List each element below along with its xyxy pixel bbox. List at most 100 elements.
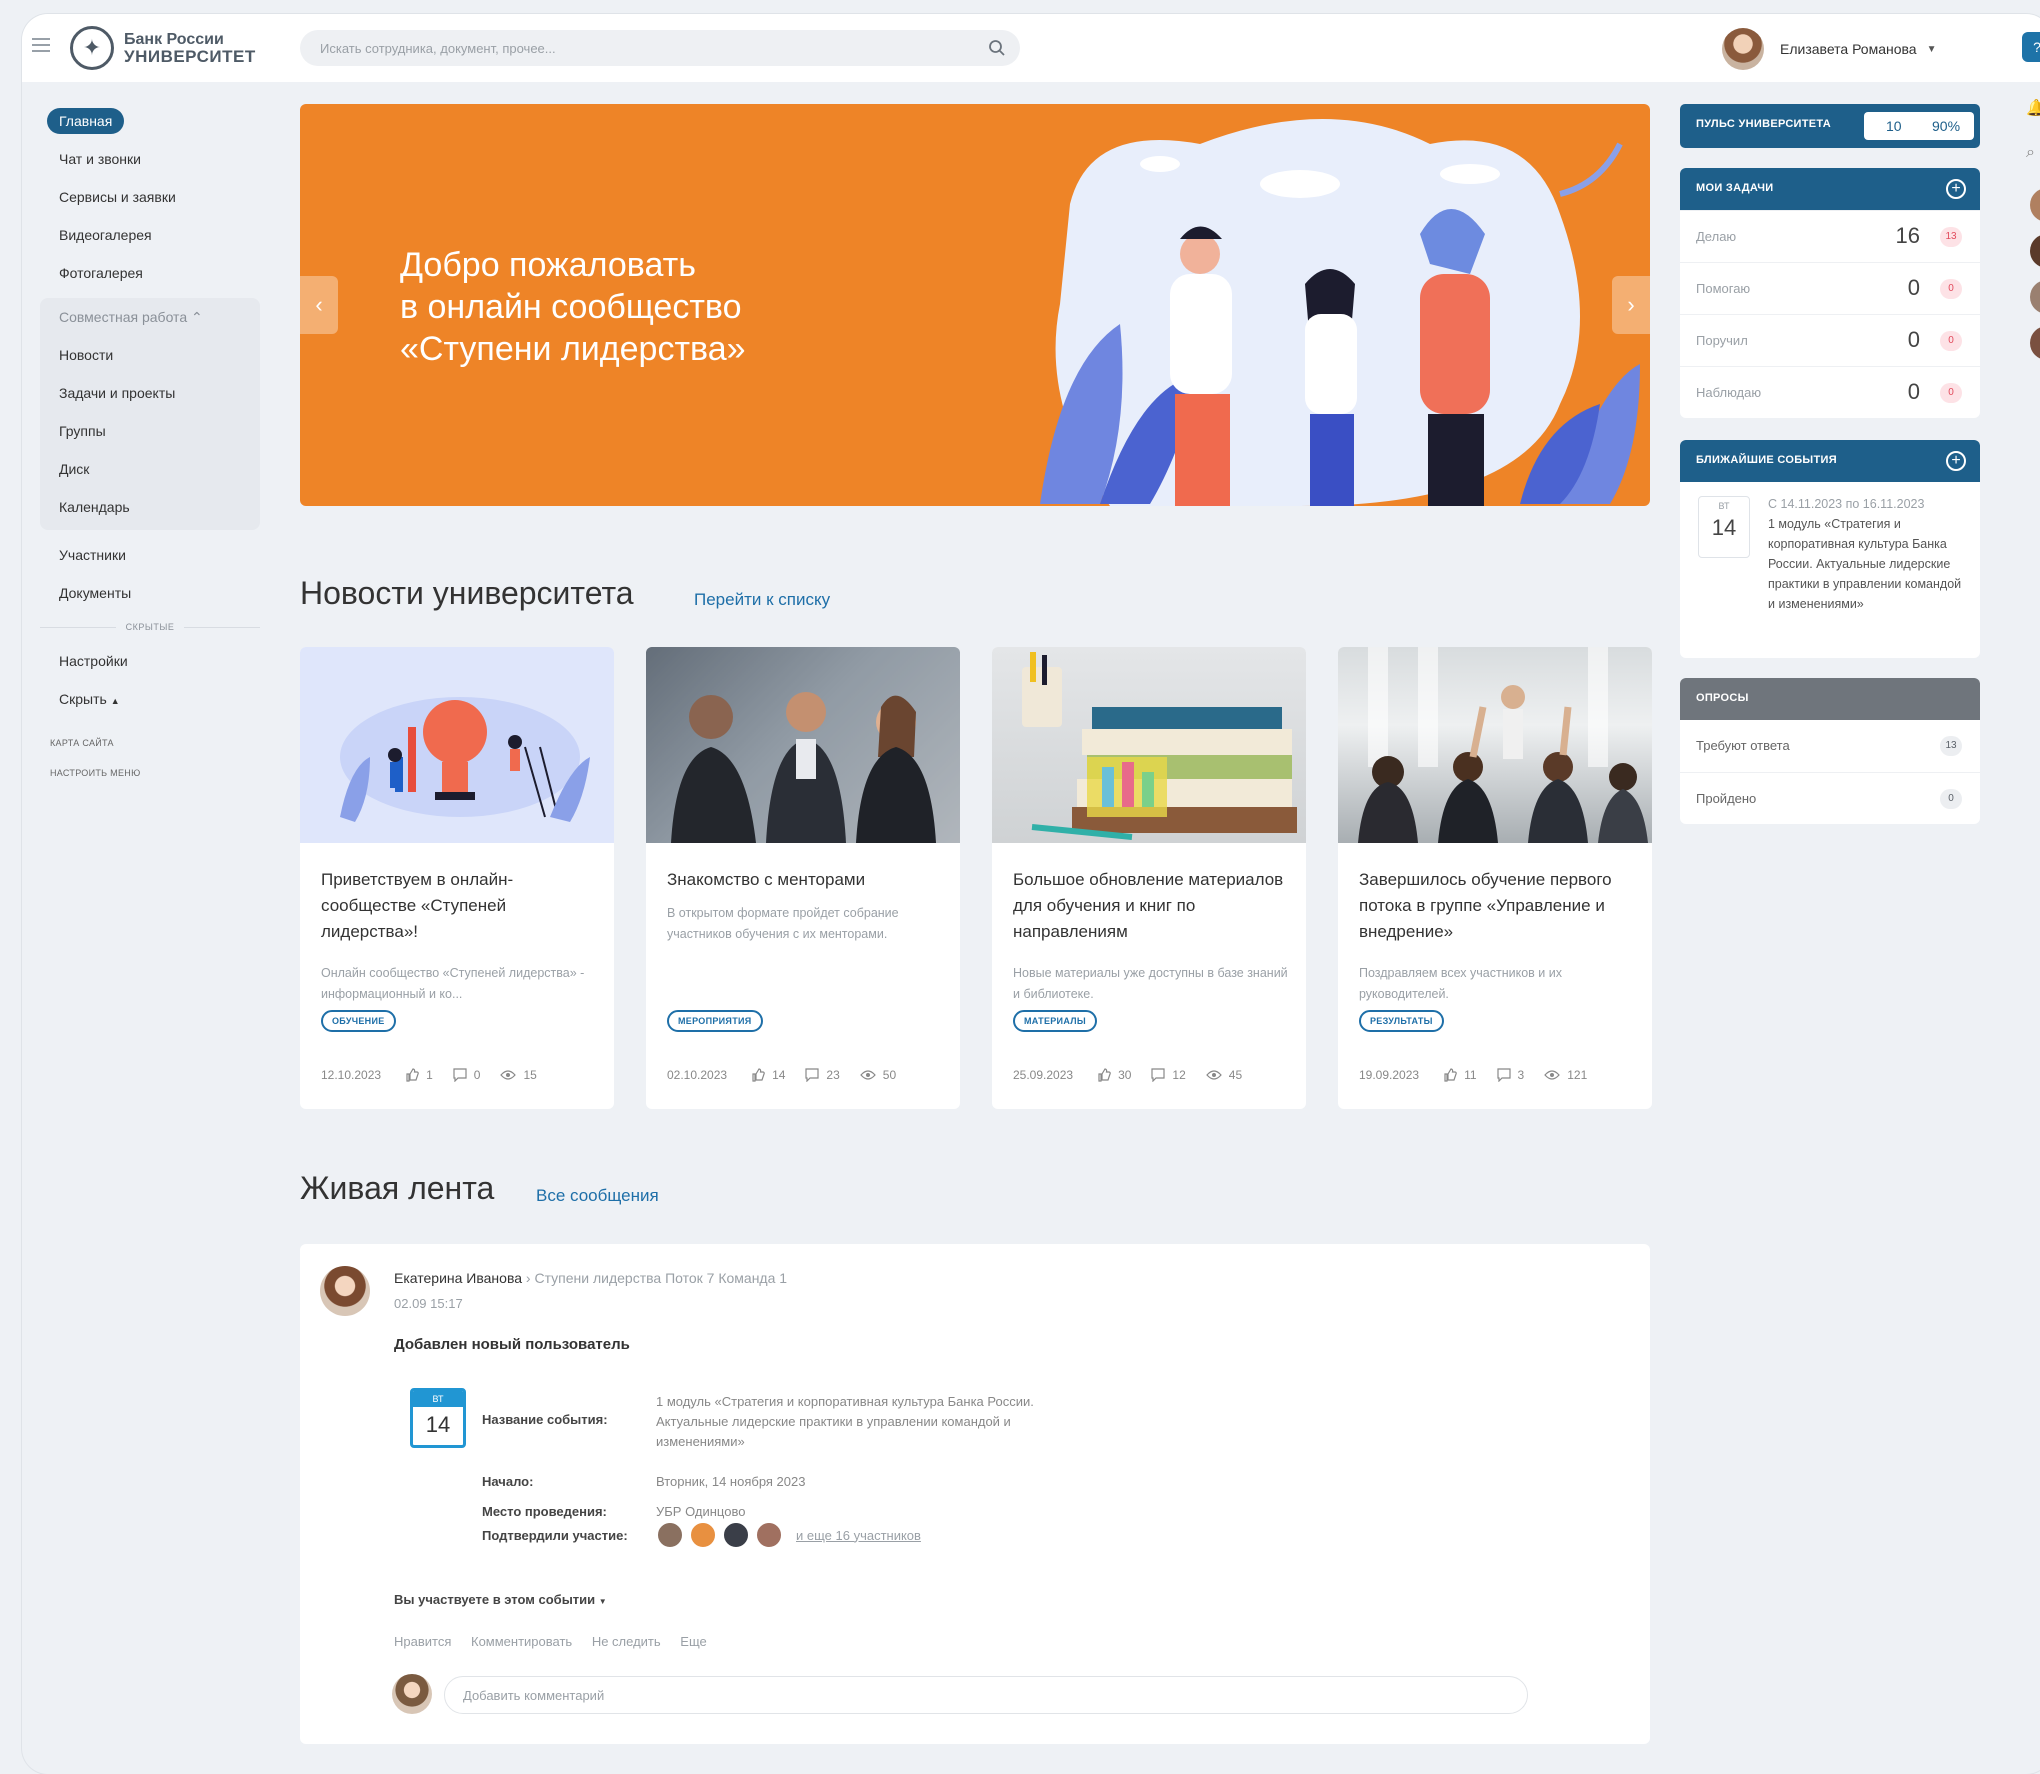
task-row-count: 0: [1907, 327, 1920, 352]
like-button[interactable]: 1: [405, 1068, 433, 1082]
eye-icon: [859, 1070, 876, 1080]
event-name[interactable]: 1 модуль «Стратегия и корпоративная куль…: [656, 1392, 1046, 1452]
news-card-meta: 02.10.2023 14 23 50: [667, 1068, 916, 1082]
contact-avatar[interactable]: [2030, 188, 2040, 222]
like-action[interactable]: Нравится: [394, 1634, 451, 1649]
news-card-tag[interactable]: МЕРОПРИЯТИЯ: [667, 1010, 763, 1032]
like-icon: [1444, 1068, 1457, 1082]
avatar[interactable]: [689, 1521, 717, 1549]
event-start: Вторник, 14 ноября 2023: [656, 1474, 806, 1489]
add-event-button[interactable]: +: [1946, 451, 1966, 471]
task-row-badge: 0: [1940, 331, 1962, 351]
sidebar-item-chat[interactable]: Чат и звонки: [22, 140, 272, 178]
sidebar-item-documents[interactable]: Документы: [22, 574, 272, 612]
news-card-tag[interactable]: ОБУЧЕНИЕ: [321, 1010, 396, 1032]
sidebar-item-hide[interactable]: Скрыть ▲: [22, 680, 272, 718]
avatar[interactable]: [320, 1266, 370, 1316]
avatar[interactable]: [656, 1521, 684, 1549]
more-action[interactable]: Еще: [680, 1634, 706, 1649]
comments-count[interactable]: 3: [1496, 1068, 1524, 1082]
bell-icon[interactable]: 🔔: [2026, 98, 2040, 128]
comment-input[interactable]: [444, 1676, 1528, 1714]
task-row[interactable]: Поручил 0 0: [1680, 314, 1980, 366]
news-list-link[interactable]: Перейти к списку: [694, 590, 830, 610]
news-card-title[interactable]: Приветствуем в онлайн-сообществе «Ступен…: [321, 867, 601, 945]
more-participants-link[interactable]: и еще 16 участников: [796, 1528, 921, 1543]
news-card-title[interactable]: Завершилось обучение первого потока в гр…: [1359, 867, 1639, 945]
news-card-tag[interactable]: МАТЕРИАЛЫ: [1013, 1010, 1097, 1032]
comment-action[interactable]: Комментировать: [471, 1634, 572, 1649]
search-input[interactable]: [300, 30, 940, 66]
sidebar-item-disk[interactable]: Диск: [40, 450, 260, 488]
sidebar-item-settings[interactable]: Настройки: [22, 642, 272, 680]
task-row-label: Помогаю: [1696, 281, 1751, 296]
post-title: Добавлен новый пользователь: [394, 1336, 630, 1353]
avatar[interactable]: [722, 1521, 750, 1549]
contact-avatar[interactable]: [2030, 234, 2040, 268]
sidebar-item-photo[interactable]: Фотогалерея: [22, 254, 272, 292]
poll-row[interactable]: Пройдено 0: [1680, 772, 1980, 824]
sitemap-link[interactable]: КАРТА САЙТА: [22, 728, 272, 758]
configure-menu-link[interactable]: НАСТРОИТЬ МЕНЮ: [22, 758, 272, 788]
add-task-button[interactable]: +: [1946, 179, 1966, 199]
poll-row-label: Требуют ответа: [1696, 738, 1790, 753]
news-card[interactable]: Большое обновление материалов для обучен…: [992, 647, 1306, 1109]
post-author[interactable]: Екатерина Иванова: [394, 1270, 522, 1286]
task-row[interactable]: Делаю 16 13: [1680, 210, 1980, 262]
news-card-meta: 12.10.2023 1 0 15: [321, 1068, 557, 1082]
avatar[interactable]: [755, 1521, 783, 1549]
sidebar-item-services[interactable]: Сервисы и заявки: [22, 178, 272, 216]
event-description: 1 модуль «Стратегия и корпоративная куль…: [1768, 517, 1962, 611]
search-icon[interactable]: [988, 39, 1006, 57]
user-menu[interactable]: Елизавета Романова ▼: [1722, 28, 1936, 70]
contact-avatar[interactable]: [2030, 280, 2040, 314]
feed-heading: Живая лента: [300, 1170, 495, 1206]
sidebar-item-news[interactable]: Новости: [40, 336, 260, 374]
task-row[interactable]: Помогаю 0 0: [1680, 262, 1980, 314]
welcome-banner[interactable]: Добро пожаловать в онлайн сообщество «Ст…: [300, 104, 1650, 506]
sidebar-group-toggle[interactable]: Совместная работа ⌃: [40, 298, 260, 336]
like-button[interactable]: 11: [1443, 1068, 1477, 1082]
sidebar-item-groups[interactable]: Группы: [40, 412, 260, 450]
post-author-line: Екатерина Иванова › Ступени лидерства По…: [394, 1270, 787, 1286]
event-item[interactable]: ВТ 14 С 14.11.2023 по 16.11.2023 1 модул…: [1680, 482, 1980, 658]
news-card-title[interactable]: Большое обновление материалов для обучен…: [1013, 867, 1293, 945]
contact-avatar[interactable]: [2030, 326, 2040, 360]
comments-count[interactable]: 23: [805, 1068, 840, 1082]
post-destination[interactable]: Ступени лидерства Поток 7 Команда 1: [534, 1270, 787, 1286]
news-card-tag[interactable]: РЕЗУЛЬТАТЫ: [1359, 1010, 1444, 1032]
like-icon: [1098, 1068, 1111, 1082]
help-button[interactable]: ?: [2022, 32, 2040, 62]
polls-widget: ОПРОСЫ Требуют ответа 13 Пройдено 0: [1680, 678, 1980, 824]
task-row-badge: 0: [1940, 279, 1962, 299]
like-button[interactable]: 30: [1097, 1068, 1131, 1082]
comments-count[interactable]: 0: [453, 1068, 480, 1082]
news-card-image: [646, 647, 960, 843]
like-button[interactable]: 14: [751, 1068, 785, 1082]
news-card[interactable]: Приветствуем в онлайн-сообществе «Ступен…: [300, 647, 614, 1109]
polls-header: ОПРОСЫ: [1680, 678, 1980, 720]
task-row[interactable]: Наблюдаю 0 0: [1680, 366, 1980, 418]
participation-status[interactable]: Вы участвуете в этом событии ▼: [394, 1592, 607, 1607]
comments-count[interactable]: 12: [1151, 1068, 1186, 1082]
feed-all-link[interactable]: Все сообщения: [536, 1186, 659, 1206]
pulse-widget[interactable]: ПУЛЬС УНИВЕРСИТЕТА 10 90%: [1680, 104, 1980, 148]
unfollow-action[interactable]: Не следить: [592, 1634, 661, 1649]
search-icon[interactable]: ⌕: [2026, 144, 2040, 174]
logo[interactable]: ✦ Банк России УНИВЕРСИТЕТ: [70, 26, 256, 70]
sidebar-item-calendar[interactable]: Календарь: [40, 488, 260, 526]
banner-prev-button[interactable]: ‹: [300, 276, 338, 334]
eye-icon: [1544, 1070, 1561, 1080]
event-name-label: Название события:: [482, 1412, 608, 1427]
poll-row[interactable]: Требуют ответа 13: [1680, 720, 1980, 772]
sidebar-item-members[interactable]: Участники: [22, 536, 272, 574]
views-count: 15: [500, 1068, 537, 1082]
news-card[interactable]: Знакомство с менторами В открытом формат…: [646, 647, 960, 1109]
sidebar-item-tasks[interactable]: Задачи и проекты: [40, 374, 260, 412]
menu-icon[interactable]: [32, 38, 50, 54]
banner-next-button[interactable]: ›: [1612, 276, 1650, 334]
sidebar-item-video[interactable]: Видеогалерея: [22, 216, 272, 254]
news-card-title[interactable]: Знакомство с менторами: [667, 867, 947, 893]
news-card[interactable]: Завершилось обучение первого потока в гр…: [1338, 647, 1652, 1109]
sidebar-item-home[interactable]: Главная: [22, 102, 272, 140]
